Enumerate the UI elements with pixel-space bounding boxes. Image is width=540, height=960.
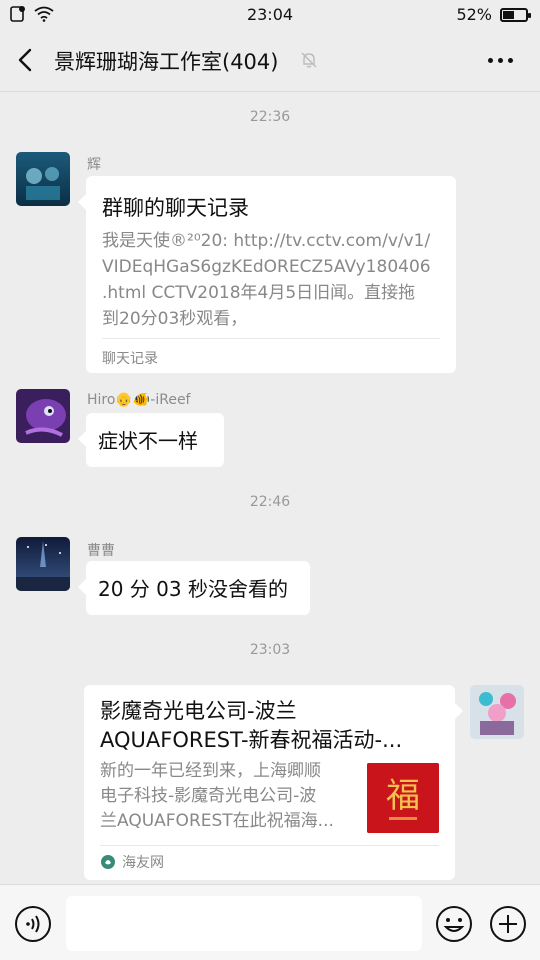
avatar-image (470, 685, 524, 739)
sender-name: 辉 (87, 157, 101, 173)
timestamp: 22:36 (249, 109, 291, 125)
status-right: 52% (456, 5, 531, 24)
battery-icon (500, 7, 531, 22)
fu-thumbnail-image: 福 (367, 763, 439, 833)
card-title: 群聊的聊天记录 (102, 196, 249, 220)
timestamp: 22:46 (249, 494, 291, 510)
message-text: 20 分 03 秒没舍看的 (98, 577, 288, 601)
link-desc-line: 兰AQUAFOREST在此祝福海... (100, 811, 334, 831)
avatar[interactable] (16, 389, 70, 443)
link-card[interactable]: 影魔奇光电公司-波兰 AQUAFOREST-新春祝福活动-... 新的一年已经到… (84, 685, 463, 880)
divider (102, 338, 440, 339)
card-line: 到20分03秒观看， (102, 309, 248, 329)
avatar[interactable] (16, 537, 70, 591)
battery-percent: 52% (456, 5, 492, 24)
dot (488, 57, 493, 63)
source-logo-icon (101, 855, 115, 869)
avatar-image (16, 537, 70, 591)
plus-icon[interactable] (489, 905, 527, 943)
message-input[interactable] (66, 896, 422, 951)
card-footer: 聊天记录 (102, 351, 158, 367)
card-line: VIDEqHGaS6gzKEdORECZ5AVy180406 (102, 257, 431, 277)
chevron-left-icon[interactable] (10, 44, 42, 76)
avatar[interactable] (470, 685, 524, 739)
emoji-icon[interactable] (435, 905, 473, 943)
input-bar (0, 884, 540, 960)
dot (508, 57, 513, 63)
ellipsis-icon[interactable] (488, 52, 518, 68)
card-preview: 我是天使®²⁰20: http://tv.cctv.com/v/v1/ VIDE… (102, 228, 442, 332)
avatar-image (16, 389, 70, 443)
message-bubble[interactable]: 症状不一样 (78, 413, 224, 467)
bell-muted-icon (301, 52, 317, 68)
link-title-line: 影魔奇光电公司-波兰 (100, 699, 297, 723)
link-title-line: AQUAFOREST-新春祝福活动-... (100, 728, 403, 752)
link-description: 新的一年已经到来，上海卿顺 电子科技-影魔奇光电公司-波 兰AQUAFOREST… (100, 759, 356, 834)
chat-title[interactable]: 景辉珊瑚海工作室(404) (54, 46, 278, 76)
battery-fill (503, 10, 514, 19)
sender-name: 曹曹 (87, 543, 115, 559)
card-line: .html CCTV2018年4月5日旧闻。直接拖 (102, 283, 416, 303)
link-desc-line: 电子科技-影魔奇光电公司-波 (100, 786, 317, 806)
link-desc-line: 新的一年已经到来，上海卿顺 (100, 761, 321, 781)
link-source: 海友网 (100, 852, 164, 872)
divider (100, 845, 439, 846)
message-bubble[interactable]: 20 分 03 秒没舍看的 (78, 561, 310, 615)
link-thumbnail: 福 (367, 763, 439, 833)
avatar[interactable] (16, 152, 70, 206)
message-text: 症状不一样 (98, 429, 198, 453)
card-line: 我是天使®²⁰20: http://tv.cctv.com/v/v1/ (102, 231, 431, 251)
dot (498, 57, 503, 63)
thumb-char: 福 (386, 776, 420, 816)
link-title: 影魔奇光电公司-波兰 AQUAFOREST-新春祝福活动-... (100, 697, 440, 755)
sender-name: Hiro👴🐠-iReef (87, 392, 191, 408)
timestamp: 23:03 (249, 642, 291, 658)
source-name: 海友网 (122, 855, 164, 871)
voice-icon[interactable] (14, 905, 52, 943)
chat-header: 景辉珊瑚海工作室(404) (0, 30, 540, 92)
chat-history-card[interactable]: 群聊的聊天记录 我是天使®²⁰20: http://tv.cctv.com/v/… (78, 176, 456, 373)
avatar-image (16, 152, 70, 206)
status-bar: 23:04 52% (0, 0, 540, 30)
